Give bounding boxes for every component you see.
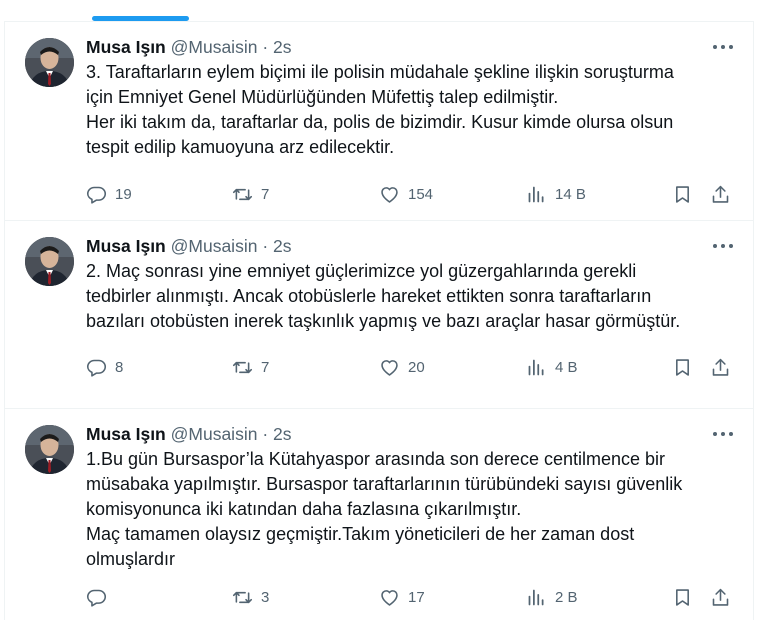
separator-dot: · [262,236,269,256]
tweet-actions: 3 17 2 B [86,585,735,609]
views-button[interactable]: 14 B [526,182,586,206]
reply-button[interactable]: 8 [86,355,123,379]
tweet-text: 3. Taraftarların eylem biçimi ile polisi… [86,62,674,157]
bookmark-button[interactable] [672,585,693,609]
tweet-actions: 19 7 154 14 B [86,182,735,206]
like-count: 154 [408,185,434,203]
views-button[interactable]: 2 B [526,585,578,609]
tweet[interactable]: Musa Işın @Musaisin · 2s 1.Bu gün Bursas… [5,408,753,620]
separator-dot: · [262,37,269,57]
bookmark-button[interactable] [672,355,693,379]
repost-button[interactable]: 7 [232,355,269,379]
author-name[interactable]: Musa Işın [86,37,166,57]
avatar[interactable] [25,38,74,87]
repost-icon [232,188,253,200]
views-icon [528,186,544,202]
reply-button[interactable]: 19 [86,182,132,206]
views-icon [528,589,544,605]
views-count: 4 B [555,358,578,376]
avatar[interactable] [25,425,74,474]
views-button[interactable]: 4 B [526,355,578,379]
bookmark-icon [676,588,689,606]
more-icon[interactable] [711,37,735,55]
bookmark-icon [676,185,689,203]
like-button[interactable]: 154 [379,182,433,206]
share-button[interactable] [710,355,731,379]
reply-icon [86,359,107,377]
reply-icon [86,589,107,607]
timestamp[interactable]: 2s [273,236,291,256]
share-icon [712,588,729,606]
author-handle[interactable]: @Musaisin [171,236,258,256]
like-button[interactable]: 20 [379,355,425,379]
repost-icon [232,361,253,373]
views-count: 14 B [555,185,586,203]
repost-count: 7 [261,358,270,376]
reply-icon [86,186,107,204]
share-icon [712,185,729,203]
more-icon[interactable] [711,424,735,442]
like-icon [381,359,398,376]
tweet-actions: 8 7 20 4 B [86,355,735,379]
tweet[interactable]: Musa Işın @Musaisin · 2s 2. Maç sonrası … [5,220,753,408]
views-count: 2 B [555,588,578,606]
author-handle[interactable]: @Musaisin [171,37,258,57]
author-name[interactable]: Musa Işın [86,236,166,256]
author-name[interactable]: Musa Işın [86,424,166,444]
like-icon [381,589,398,606]
reply-count: 19 [115,185,132,203]
repost-count: 3 [261,588,270,606]
bookmark-button[interactable] [672,182,693,206]
like-button[interactable]: 17 [379,585,425,609]
tweet-text: 1.Bu gün Bursaspor’la Kütahyaspor arasın… [86,449,683,569]
more-icon[interactable] [711,236,735,254]
timeline: Musa Işın @Musaisin · 2s 3. Taraftarları… [4,21,754,620]
separator-dot: · [262,424,269,444]
tweet-text: 2. Maç sonrası yine emniyet güçlerimizce… [86,261,681,331]
reply-count: 8 [115,358,124,376]
avatar[interactable] [25,237,74,286]
repost-count: 7 [261,185,270,203]
author-handle[interactable]: @Musaisin [171,424,258,444]
repost-button[interactable]: 3 [232,585,269,609]
bookmark-icon [676,358,689,376]
like-icon [381,186,398,203]
repost-icon [232,591,253,603]
views-icon [528,359,544,375]
tweet[interactable]: Musa Işın @Musaisin · 2s 3. Taraftarları… [5,21,753,220]
reply-button[interactable] [86,585,115,609]
timestamp[interactable]: 2s [273,37,291,57]
like-count: 20 [408,358,425,376]
share-button[interactable] [710,182,731,206]
share-button[interactable] [710,585,731,609]
like-count: 17 [408,588,425,606]
timestamp[interactable]: 2s [273,424,291,444]
repost-button[interactable]: 7 [232,182,269,206]
share-icon [712,358,729,376]
